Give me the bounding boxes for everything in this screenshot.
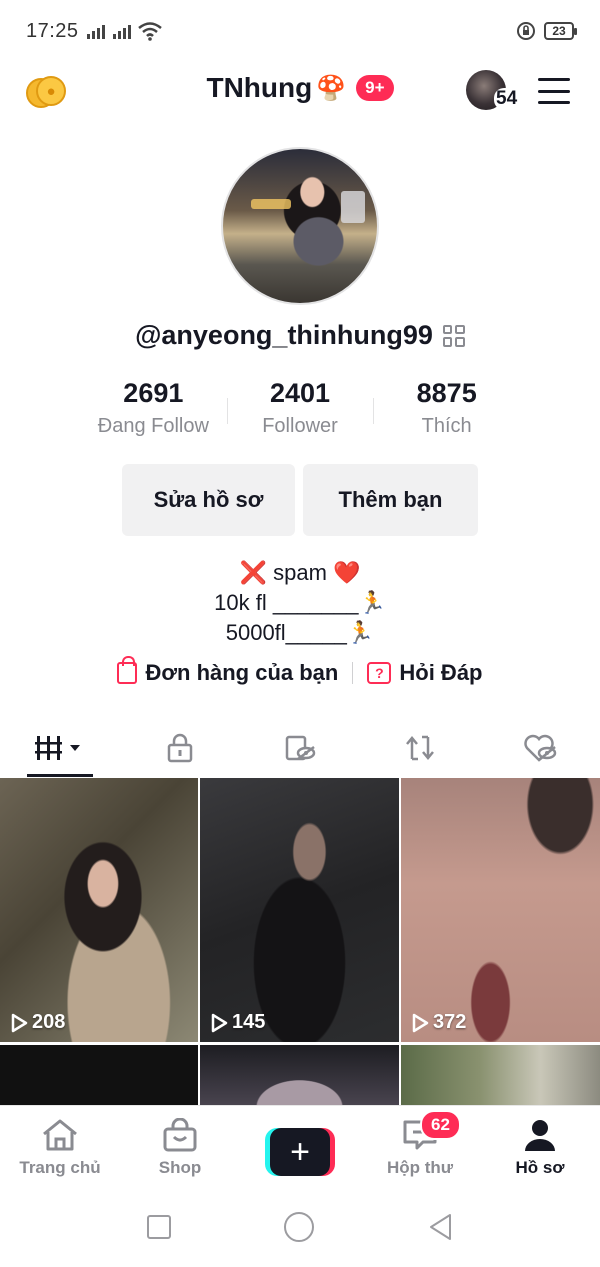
wifi-icon — [137, 22, 162, 41]
status-time: 17:25 — [26, 19, 79, 42]
nav-home-label: Trang chủ — [19, 1158, 101, 1177]
liked-hidden-icon — [524, 734, 557, 762]
recents-button[interactable] — [146, 1215, 171, 1239]
orders-link-label: Đơn hàng của bạn — [145, 660, 339, 685]
video-grid: 208 145 372 — [0, 778, 600, 1108]
menu-icon[interactable] — [538, 78, 570, 104]
content-tabs — [0, 718, 600, 778]
video-thumbnail[interactable] — [200, 1045, 399, 1107]
header-username: TNhung — [206, 72, 313, 103]
bio-line: ❌ spam ❤️ — [239, 560, 361, 585]
profile-bio: ❌ spam ❤️ 10k fl _______🏃 5000fl_____🏃 — [0, 558, 600, 648]
grid-icon — [35, 736, 80, 760]
play-icon — [412, 1013, 429, 1032]
system-nav-bar — [0, 1187, 600, 1267]
profile-actions: Sửa hồ sơ Thêm bạn — [122, 464, 478, 536]
notification-badge: 9+ — [356, 75, 394, 101]
create-button[interactable]: + — [265, 1128, 335, 1176]
tab-videos[interactable] — [0, 718, 120, 778]
hidden-repost-icon — [285, 735, 316, 761]
home-icon — [43, 1119, 77, 1151]
tab-private[interactable] — [120, 718, 240, 778]
video-thumbnail[interactable] — [0, 1045, 198, 1107]
nav-inbox-label: Hộp thư — [386, 1158, 454, 1177]
repost-icon — [406, 735, 434, 761]
rotation-lock-icon — [517, 22, 535, 40]
lock-icon — [167, 733, 193, 763]
status-bar: 17:25 23 — [0, 0, 600, 62]
view-count: 145 — [210, 1011, 265, 1034]
nav-inbox[interactable]: 62 Hộp thư — [360, 1106, 480, 1187]
play-icon — [11, 1013, 28, 1032]
video-thumbnail[interactable]: 208 — [0, 778, 198, 1042]
view-count-value: 145 — [232, 1011, 266, 1033]
signal-icon-2 — [112, 23, 131, 39]
question-icon: ? — [367, 662, 392, 684]
bottom-nav: Trang chủ Shop + 62 Hộp thư Hồ sơ — [0, 1105, 600, 1187]
stat-value: 8875 — [416, 378, 477, 408]
video-thumbnail[interactable]: 145 — [200, 778, 399, 1042]
nav-create[interactable]: + — [240, 1106, 360, 1187]
profile-header: ● TNhung 🍄 9+ 54 — [0, 62, 600, 120]
video-thumbnail[interactable] — [401, 1045, 600, 1107]
faq-link-label: Hỏi Đáp — [399, 660, 483, 685]
plus-icon: + — [270, 1128, 330, 1176]
edit-profile-button[interactable]: Sửa hồ sơ — [122, 464, 295, 536]
stat-following[interactable]: 2691 Đang Follow — [80, 378, 227, 448]
stat-value: 2401 — [269, 378, 331, 408]
link-divider — [352, 662, 354, 684]
profile-icon — [525, 1120, 555, 1151]
profile-handle: @anyeong_thinhung99 — [135, 320, 433, 350]
add-friend-button[interactable]: Thêm bạn — [303, 464, 478, 536]
view-count-value: 208 — [32, 1011, 66, 1033]
view-count: 372 — [411, 1011, 466, 1034]
stat-likes[interactable]: 8875 Thích — [373, 378, 520, 448]
nav-shop[interactable]: Shop — [120, 1106, 240, 1187]
profile-avatar[interactable] — [221, 147, 379, 305]
bio-line: 5000fl_____🏃 — [225, 620, 375, 645]
stat-followers[interactable]: 2401 Follower — [226, 378, 374, 448]
back-button[interactable] — [427, 1212, 453, 1242]
bio-line: 10k fl _______🏃 — [214, 590, 386, 615]
tab-hidden-reposts[interactable] — [240, 718, 360, 778]
username-emoji: 🍄 — [316, 74, 347, 102]
faq-link[interactable]: ? Hỏi Đáp — [367, 660, 483, 686]
nav-home[interactable]: Trang chủ — [0, 1106, 120, 1187]
handle-row: @anyeong_thinhung99 — [0, 320, 600, 351]
signal-icon — [86, 23, 105, 39]
stat-label: Đang Follow — [97, 415, 209, 437]
shop-icon — [163, 1118, 197, 1152]
home-button[interactable] — [283, 1212, 314, 1242]
stat-label: Thích — [421, 415, 472, 437]
tab-liked[interactable] — [480, 718, 600, 778]
qr-code-icon[interactable] — [442, 324, 465, 347]
inbox-badge: 62 — [420, 1110, 461, 1140]
nav-shop-label: Shop — [158, 1158, 202, 1177]
friends-count: 54 — [494, 88, 520, 110]
nav-profile-label: Hồ sơ — [515, 1158, 565, 1177]
nav-profile[interactable]: Hồ sơ — [480, 1106, 600, 1187]
view-count: 208 — [10, 1011, 65, 1034]
profile-links: Đơn hàng của bạn ? Hỏi Đáp — [0, 656, 600, 686]
stat-label: Follower — [262, 415, 338, 437]
play-icon — [211, 1013, 228, 1032]
orders-link[interactable]: Đơn hàng của bạn — [117, 656, 339, 686]
tab-reposts[interactable] — [360, 718, 480, 778]
stat-value: 2691 — [123, 378, 184, 408]
shopping-bag-icon — [117, 656, 138, 684]
video-thumbnail[interactable]: 372 — [401, 778, 600, 1042]
profile-stats: 2691 Đang Follow 2401 Follower 8875 Thíc… — [80, 378, 520, 448]
battery-icon: 23 — [544, 22, 577, 40]
view-count-value: 372 — [433, 1011, 467, 1033]
